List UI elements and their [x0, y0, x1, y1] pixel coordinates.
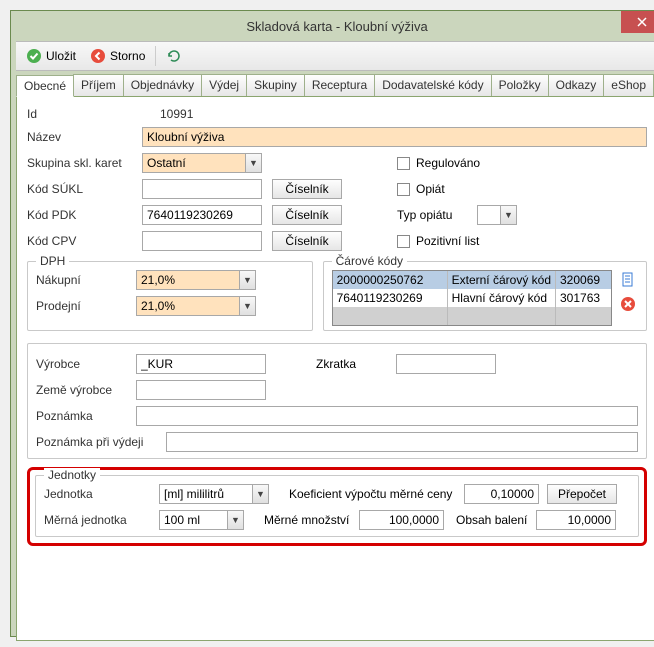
id-value: 10991 — [160, 107, 193, 121]
poznamka-label: Poznámka — [36, 409, 136, 423]
ciselnik-cpv-button[interactable]: Číselník — [272, 231, 342, 251]
barcode-grid[interactable]: 2000000250762 Externí čárový kód 320069 … — [332, 270, 612, 326]
id-label: Id — [27, 107, 142, 121]
toolbar: Uložit Storno — [16, 41, 654, 71]
poznamkavydej-input[interactable] — [166, 432, 638, 452]
tab-bar: Obecné Příjem Objednávky Výdej Skupiny R… — [16, 74, 654, 97]
regulovano-label: Regulováno — [416, 156, 480, 170]
barcode-row[interactable]: 7640119230269 Hlavní čárový kód 301763 — [333, 289, 611, 307]
cancel-button[interactable]: Storno — [86, 46, 149, 66]
mernemnozstvi-label: Měrné množství — [264, 513, 359, 527]
obsahbaleni-input[interactable] — [536, 510, 616, 530]
mernajednotka-label: Měrná jednotka — [44, 513, 159, 527]
typopiatu-label: Typ opiátu — [397, 208, 477, 222]
tab-eshop[interactable]: eShop — [603, 74, 654, 96]
refresh-button[interactable] — [162, 46, 186, 66]
document-add-icon — [620, 272, 636, 288]
vyrobce-input[interactable] — [136, 354, 266, 374]
toolbar-separator — [155, 46, 156, 66]
kodcpv-input[interactable] — [142, 231, 262, 251]
tab-obecne[interactable]: Obecné — [16, 75, 74, 97]
pozlist-checkbox[interactable] — [397, 235, 410, 248]
skupina-input[interactable] — [142, 153, 262, 173]
refresh-icon — [166, 48, 182, 64]
nazev-label: Název — [27, 130, 142, 144]
nazev-input[interactable] — [142, 127, 647, 147]
tab-receptura[interactable]: Receptura — [304, 74, 375, 96]
obsahbaleni-label: Obsah balení — [456, 513, 536, 527]
barcode-row[interactable]: 2000000250762 Externí čárový kód 320069 — [333, 271, 611, 289]
units-highlight: Jednotky Jednotka ▼ Koeficient výpočtu m… — [27, 467, 647, 546]
delete-barcode-button[interactable] — [618, 294, 638, 314]
dph-legend: DPH — [36, 254, 69, 268]
form-panel: Id 10991 Název Skupina skl. karet ▼ Regu… — [16, 97, 654, 641]
close-button[interactable] — [621, 11, 654, 33]
jednotka-label: Jednotka — [44, 487, 159, 501]
chevron-down-icon[interactable]: ▼ — [252, 485, 268, 503]
tab-polozky[interactable]: Položky — [491, 74, 549, 96]
chevron-down-icon[interactable]: ▼ — [239, 297, 255, 315]
barcode-row-empty — [333, 307, 611, 325]
prodejni-label: Prodejní — [36, 299, 136, 313]
check-circle-icon — [26, 48, 42, 64]
vyrobce-label: Výrobce — [36, 357, 136, 371]
delete-circle-icon — [620, 296, 636, 312]
app-window: Skladová karta - Kloubní výživa Uložit S… — [10, 10, 654, 637]
koef-label: Koeficient výpočtu měrné ceny — [289, 487, 464, 501]
kodsukl-input[interactable] — [142, 179, 262, 199]
tab-dodavatelske[interactable]: Dodavatelské kódy — [374, 74, 491, 96]
tab-prijem[interactable]: Příjem — [73, 74, 124, 96]
carove-legend: Čárové kódy — [332, 254, 407, 268]
back-circle-icon — [90, 48, 106, 64]
poznamkavydej-label: Poznámka při výdeji — [36, 435, 166, 449]
ciselnik-sukl-button[interactable]: Číselník — [272, 179, 342, 199]
kodsukl-label: Kód SÚKL — [27, 182, 142, 196]
prepocet-button[interactable]: Přepočet — [547, 484, 617, 504]
zemevyrobce-input[interactable] — [136, 380, 266, 400]
tab-vydej[interactable]: Výdej — [201, 74, 247, 96]
tab-skupiny[interactable]: Skupiny — [246, 74, 305, 96]
opiat-label: Opiát — [416, 182, 445, 196]
ciselnik-pdk-button[interactable]: Číselník — [272, 205, 342, 225]
zkratka-input[interactable] — [396, 354, 496, 374]
zkratka-label: Zkratka — [316, 357, 396, 371]
add-barcode-button[interactable] — [618, 270, 638, 290]
opiat-checkbox[interactable] — [397, 183, 410, 196]
window-title: Skladová karta - Kloubní výživa — [11, 19, 654, 34]
kodcpv-label: Kód CPV — [27, 234, 142, 248]
mernemnozstvi-input[interactable] — [359, 510, 444, 530]
kodpdk-label: Kód PDK — [27, 208, 142, 222]
jednotky-legend: Jednotky — [44, 468, 100, 482]
skupina-label: Skupina skl. karet — [27, 156, 142, 170]
koef-input[interactable] — [464, 484, 539, 504]
chevron-down-icon[interactable]: ▼ — [500, 206, 516, 224]
close-icon — [637, 17, 647, 27]
save-button[interactable]: Uložit — [22, 46, 80, 66]
nakupni-label: Nákupní — [36, 273, 136, 287]
regulovano-checkbox[interactable] — [397, 157, 410, 170]
poznamka-input[interactable] — [136, 406, 638, 426]
pozlist-label: Pozitivní list — [416, 234, 479, 248]
prodejni-input[interactable] — [136, 296, 256, 316]
tab-odkazy[interactable]: Odkazy — [548, 74, 605, 96]
zemevyrobce-label: Země výrobce — [36, 383, 136, 397]
kodpdk-input[interactable] — [142, 205, 262, 225]
titlebar: Skladová karta - Kloubní výživa — [11, 11, 654, 41]
chevron-down-icon[interactable]: ▼ — [227, 511, 243, 529]
tab-objednavky[interactable]: Objednávky — [123, 74, 202, 96]
chevron-down-icon[interactable]: ▼ — [239, 271, 255, 289]
chevron-down-icon[interactable]: ▼ — [245, 154, 261, 172]
nakupni-input[interactable] — [136, 270, 256, 290]
